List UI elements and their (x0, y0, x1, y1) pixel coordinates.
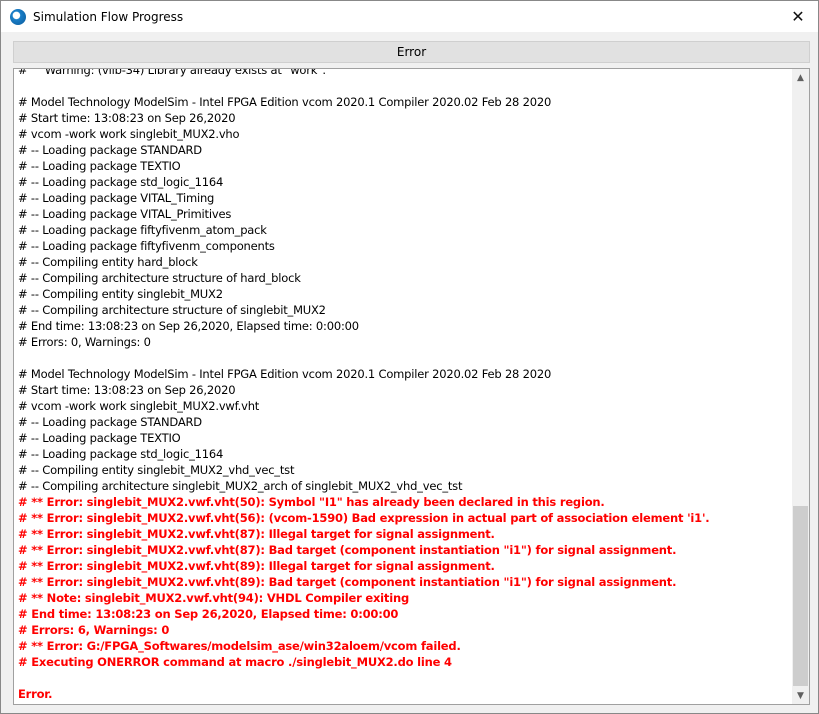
log-line: # Start time: 13:08:23 on Sep 26,2020 (18, 383, 236, 397)
log-line: # ** Error: singlebit_MUX2.vwf.vht(89): … (18, 559, 495, 573)
log-line: # -- Loading package VITAL_Primitives (18, 207, 232, 221)
log-line: # -- Compiling architecture singlebit_MU… (18, 479, 463, 493)
log-line: # Errors: 6, Warnings: 0 (18, 623, 170, 637)
log-line: # ** Error: singlebit_MUX2.vwf.vht(87): … (18, 543, 677, 557)
log-line: # End time: 13:08:23 on Sep 26,2020, Ela… (18, 319, 359, 333)
log-line: # ** Error: singlebit_MUX2.vwf.vht(87): … (18, 527, 495, 541)
close-button[interactable]: ✕ (778, 1, 818, 32)
scrollbar-thumb[interactable] (793, 506, 808, 686)
vertical-scrollbar[interactable]: ▲ ▼ (792, 69, 809, 704)
log-line: # Warning: (vlib-34) Library already exi… (18, 68, 326, 77)
log-line: # Errors: 0, Warnings: 0 (18, 335, 151, 349)
status-bar: Error (13, 41, 810, 63)
log-line: # -- Loading package TEXTIO (18, 431, 181, 445)
log-line: # ** Error: G:/FPGA_Softwares/modelsim_a… (18, 639, 461, 653)
log-line: # -- Loading package STANDARD (18, 143, 202, 157)
window-title: Simulation Flow Progress (33, 9, 184, 24)
log-line: # -- Compiling entity singlebit_MUX2 (18, 287, 223, 301)
log-line: # -- Loading package fiftyfivenm_compone… (18, 239, 275, 253)
log-line: # -- Loading package fiftyfivenm_atom_pa… (18, 223, 267, 237)
log-lines: # Warning: (vlib-34) Library already exi… (18, 68, 710, 702)
log-line: # ** Error: singlebit_MUX2.vwf.vht(56): … (18, 511, 710, 525)
log-line: # Model Technology ModelSim - Intel FPGA… (18, 95, 552, 109)
log-line: # Executing ONERROR command at macro ./s… (18, 655, 452, 669)
log-line: # -- Compiling entity singlebit_MUX2_vhd… (18, 463, 295, 477)
log-line: Error. (18, 687, 53, 701)
scroll-up-icon[interactable]: ▲ (792, 69, 809, 86)
log-line: # -- Loading package TEXTIO (18, 159, 181, 173)
log-line: # -- Loading package std_logic_1164 (18, 175, 224, 189)
log-line: # -- Compiling entity hard_block (18, 255, 198, 269)
log-line: # Start time: 13:08:23 on Sep 26,2020 (18, 111, 236, 125)
log-line: # End time: 13:08:23 on Sep 26,2020, Ela… (18, 607, 399, 621)
log-line: # -- Loading package STANDARD (18, 415, 202, 429)
log-line: # vcom -work work singlebit_MUX2.vwf.vht (18, 399, 260, 413)
log-line: # ** Error: singlebit_MUX2.vwf.vht(50): … (18, 495, 605, 509)
log-line: # vcom -work work singlebit_MUX2.vho (18, 127, 240, 141)
title-bar: Simulation Flow Progress ✕ (1, 1, 818, 32)
log-line: # -- Compiling architecture structure of… (18, 271, 301, 285)
log-line: # Model Technology ModelSim - Intel FPGA… (18, 367, 552, 381)
log-line: # ** Note: singlebit_MUX2.vwf.vht(94): V… (18, 591, 409, 605)
log-output[interactable]: # Warning: (vlib-34) Library already exi… (13, 68, 810, 705)
app-icon (10, 8, 26, 25)
log-line: # ** Error: singlebit_MUX2.vwf.vht(89): … (18, 575, 677, 589)
scroll-down-icon[interactable]: ▼ (792, 687, 809, 704)
log-line: # -- Loading package VITAL_Timing (18, 191, 215, 205)
log-line: # -- Loading package std_logic_1164 (18, 447, 224, 461)
log-line: # -- Compiling architecture structure of… (18, 303, 326, 317)
